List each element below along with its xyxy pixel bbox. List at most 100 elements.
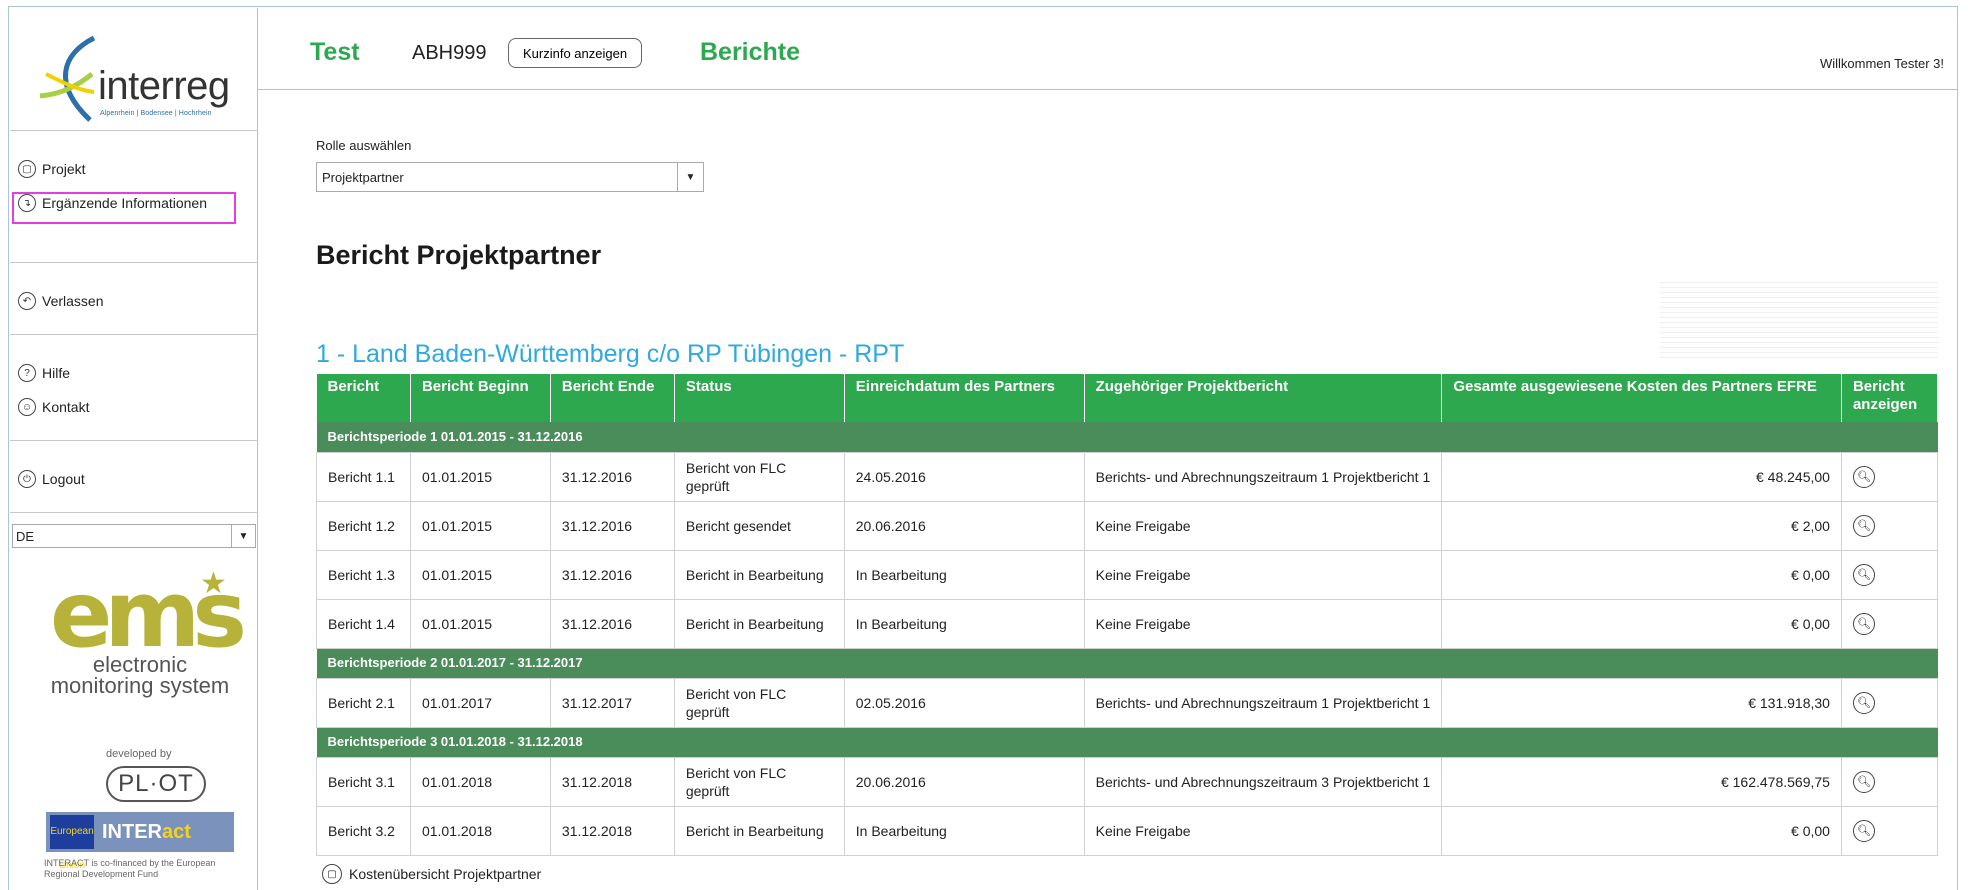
chevron-down-icon[interactable]: ▼ [677, 163, 703, 191]
kurzinfo-button[interactable]: Kurzinfo anzeigen [508, 38, 643, 68]
logo-tagline: Alpenrhein | Bodensee | Hochrhein [100, 110, 212, 117]
cell-beginn: 01.01.2015 [409, 598, 551, 649]
column-header: Bericht Ende [550, 374, 675, 422]
cell-status: Bericht in Bearbeitung [673, 598, 845, 649]
cell-projektbericht: Berichts- und Abrechnungszeitraum 1 Proj… [1083, 677, 1443, 728]
cell-ende: 31.12.2016 [549, 598, 675, 649]
back-arrow-icon: ↶ [18, 292, 36, 310]
column-header: Status [674, 374, 845, 422]
cell-status: Bericht von FLC geprüft [673, 677, 845, 728]
cost-overview-link[interactable]: ▢ Kostenübersicht Projektpartner [322, 864, 541, 884]
document-icon: ▢ [18, 160, 36, 178]
partner-title: 1 - Land Baden-Württemberg c/o RP Tübing… [316, 340, 905, 368]
reports-table: Bericht Bericht Beginn Bericht Ende Stat… [316, 374, 1939, 856]
cell-kosten: € 0,00 [1441, 598, 1842, 649]
interreg-logo: interreg Alpenrhein | Bodensee | Hochrhe… [32, 26, 252, 126]
cell-ende: 31.12.2017 [549, 677, 675, 728]
logo-word: interreg [98, 64, 230, 108]
table-row: Bericht 1.2 01.01.2015 31.12.2016 Berich… [316, 500, 1939, 551]
sidebar-item-logout[interactable]: ⏻ Logout [18, 466, 85, 492]
column-header: Gesamte ausgewiesene Kosten des Partners… [1441, 374, 1842, 422]
magnifier-icon[interactable]: 🔍︎ [1852, 770, 1875, 793]
sidebar-item-verlassen[interactable]: ↶ Verlassen [18, 288, 103, 314]
table-header-row: Bericht Bericht Beginn Bericht Ende Stat… [316, 374, 1939, 422]
language-select[interactable]: DE ▼ [12, 524, 256, 548]
top-header: Test ABH999 Kurzinfo anzeigen Berichte W… [258, 8, 1958, 90]
column-header: Bericht Beginn [410, 374, 551, 422]
cofinanced-note: INTERACT is co-financed by the European … [44, 858, 216, 879]
period-row: Berichtsperiode 1 01.01.2015 - 31.12.201… [316, 422, 1938, 452]
sidebar-divider [10, 512, 258, 513]
project-code: ABH999 [412, 42, 487, 64]
cell-einreichdatum: In Bearbeitung [843, 598, 1085, 649]
cell-bericht: Bericht 3.2 [316, 805, 411, 856]
magnifier-icon[interactable]: 🔍︎ [1852, 819, 1875, 842]
cell-anzeigen: 🔍︎ [1840, 451, 1939, 502]
sidebar-item-label: Hilfe [42, 365, 71, 381]
eu-flag-icon: European Union [50, 815, 94, 871]
sidebar-item-hilfe[interactable]: ? Hilfe [18, 360, 70, 386]
cell-status: Bericht gesendet [673, 500, 845, 551]
star-icon: ★ [200, 567, 227, 600]
cell-bericht: Bericht 1.3 [316, 549, 411, 600]
cell-kosten: € 0,00 [1441, 805, 1842, 856]
interact-wordmark: INTERact [102, 820, 191, 843]
role-select[interactable]: Projektpartner ▼ [316, 162, 704, 192]
cell-ende: 31.12.2018 [549, 756, 675, 807]
sidebar-divider [10, 440, 258, 441]
cell-beginn: 01.01.2017 [409, 677, 551, 728]
plot-logo: PL·OT [106, 766, 206, 802]
cell-status: Bericht in Bearbeitung [673, 549, 845, 600]
period-row: Berichtsperiode 2 01.01.2017 - 31.12.201… [316, 648, 1938, 678]
table-row: Bericht 2.1 01.01.2017 31.12.2017 Berich… [316, 677, 1939, 728]
cell-einreichdatum: 20.06.2016 [843, 756, 1085, 807]
cell-status: Bericht von FLC geprüft [673, 756, 845, 807]
period-label: Berichtsperiode 3 01.01.2018 - 31.12.201… [316, 727, 1938, 757]
cell-einreichdatum: In Bearbeitung [843, 805, 1085, 856]
sidebar-item-projekt[interactable]: ▢ Projekt [18, 156, 86, 182]
selection-highlight [12, 192, 236, 224]
column-header: Bericht [316, 374, 411, 422]
ems-logo: ems ★ electronic monitoring system [50, 567, 247, 697]
help-icon: ? [18, 364, 36, 382]
sidebar: interreg Alpenrhein | Bodensee | Hochrhe… [10, 8, 258, 890]
magnifier-icon[interactable]: 🔍︎ [1852, 691, 1875, 714]
cell-status: Bericht in Bearbeitung [673, 805, 845, 856]
sidebar-divider [10, 334, 258, 335]
interreg-swoosh-icon [39, 35, 96, 122]
cell-beginn: 01.01.2015 [409, 451, 551, 502]
clipboard-icon: ▢ [322, 864, 342, 884]
cell-beginn: 01.01.2018 [409, 805, 551, 856]
cell-anzeigen: 🔍︎ [1840, 500, 1939, 551]
cell-anzeigen: 🔍︎ [1840, 677, 1939, 728]
contact-icon: ☺ [18, 398, 36, 416]
chevron-down-icon[interactable]: ▼ [231, 525, 255, 547]
sidebar-item-kontakt[interactable]: ☺ Kontakt [18, 394, 89, 420]
cell-einreichdatum: In Bearbeitung [843, 549, 1085, 600]
sidebar-divider [10, 130, 258, 131]
cell-projektbericht: Keine Freigabe [1083, 598, 1443, 649]
page-title: Bericht Projektpartner [316, 240, 602, 270]
cell-einreichdatum: 02.05.2016 [843, 677, 1085, 728]
magnifier-icon[interactable]: 🔍︎ [1852, 563, 1875, 586]
cell-anzeigen: 🔍︎ [1840, 756, 1939, 807]
cell-ende: 31.12.2016 [549, 549, 675, 600]
cell-kosten: € 131.918,30 [1441, 677, 1842, 728]
cell-projektbericht: Keine Freigabe [1083, 805, 1443, 856]
cell-projektbericht: Keine Freigabe [1083, 549, 1443, 600]
language-value: DE [16, 528, 35, 544]
magnifier-icon[interactable]: 🔍︎ [1852, 514, 1875, 537]
table-row: Bericht 3.2 01.01.2018 31.12.2018 Berich… [316, 805, 1939, 856]
cell-anzeigen: 🔍︎ [1840, 805, 1939, 856]
table-row: Bericht 1.1 01.01.2015 31.12.2016 Berich… [316, 451, 1939, 502]
developed-by-label: developed by [106, 748, 172, 760]
table-row: Bericht 1.4 01.01.2015 31.12.2016 Berich… [316, 598, 1939, 649]
cell-kosten: € 2,00 [1441, 500, 1842, 551]
cell-projektbericht: Berichts- und Abrechnungszeitraum 3 Proj… [1083, 756, 1443, 807]
decorative-stripes [1660, 282, 1938, 358]
magnifier-icon[interactable]: 🔍︎ [1852, 465, 1875, 488]
power-icon: ⏻ [18, 470, 36, 488]
magnifier-icon[interactable]: 🔍︎ [1852, 612, 1875, 635]
sidebar-item-label: Kontakt [42, 399, 90, 415]
cell-einreichdatum: 20.06.2016 [843, 500, 1085, 551]
